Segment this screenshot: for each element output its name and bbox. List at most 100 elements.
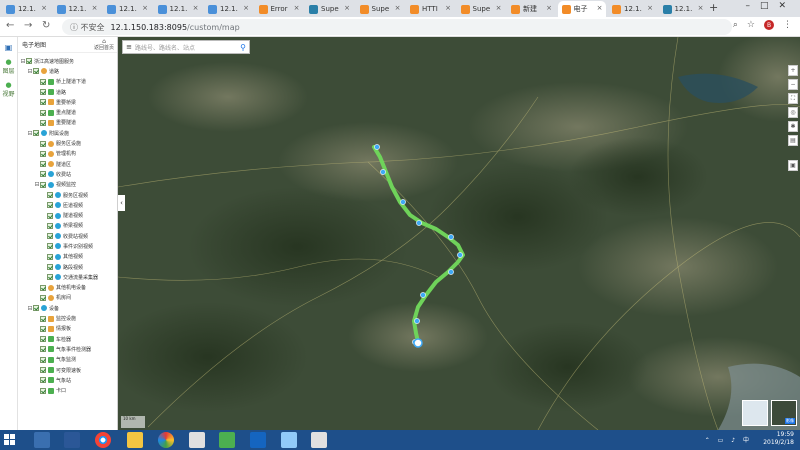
map-search-input[interactable]: 路线号、路线名、站点: [135, 43, 237, 52]
tab-close-icon[interactable]: ×: [142, 4, 148, 12]
layer-tree-item[interactable]: 管理机构: [18, 149, 117, 159]
layer-tree-item[interactable]: 气象站: [18, 375, 117, 385]
browser-tab[interactable]: 12.1. ×: [608, 1, 656, 17]
layer-checkbox[interactable]: [47, 192, 53, 198]
zoom-out-button[interactable]: −: [788, 79, 798, 90]
layer-checkbox[interactable]: [33, 68, 39, 75]
search-icon[interactable]: ⚲: [237, 43, 249, 52]
route-endpoint-marker[interactable]: [413, 338, 423, 348]
browser-tab[interactable]: 12.1. ×: [659, 1, 707, 17]
layer-tree-item[interactable]: 事件识别视频: [18, 241, 117, 251]
not-secure-indicator[interactable]: ⓘ 不安全: [70, 22, 105, 33]
measure-button[interactable]: ✱: [788, 121, 798, 132]
browser-tab[interactable]: 12.1. ×: [2, 1, 50, 17]
browser-tab[interactable]: 新建 ×: [507, 1, 555, 17]
layer-tree-item[interactable]: 机房间: [18, 293, 117, 303]
layer-tree-item[interactable]: 收费站: [18, 169, 117, 179]
layer-tree-item[interactable]: ⊟ 浙江高速地图服务: [18, 56, 117, 66]
satellite-map[interactable]: ≡ 路线号、路线名、站点 ⚲ ‹ + − ⛶ ◎ ✱ ▤ ▣ 10 km 影像: [118, 37, 800, 430]
layer-checkbox[interactable]: [40, 140, 46, 147]
url-bar[interactable]: ⓘ 不安全 12.1.150.183:8095/custom/map: [62, 19, 732, 35]
tab-close-icon[interactable]: ×: [546, 4, 552, 12]
file-explorer-task-icon[interactable]: [34, 432, 50, 448]
layer-tree-item[interactable]: 重要隧道: [18, 118, 117, 128]
route-poi-marker[interactable]: [380, 169, 386, 175]
network-task-icon[interactable]: [281, 432, 297, 448]
route-poi-marker[interactable]: [400, 199, 406, 205]
layer-checkbox[interactable]: [40, 367, 46, 374]
browser-tab[interactable]: 12.1. ×: [204, 1, 252, 17]
layer-tree-item[interactable]: 重点隧道: [18, 107, 117, 117]
layer-tree-item[interactable]: 隧道区: [18, 159, 117, 169]
zoom-in-button[interactable]: +: [788, 65, 798, 76]
fullscreen-button[interactable]: ⛶: [788, 93, 798, 104]
layer-tree-item[interactable]: 收费站视频: [18, 231, 117, 241]
browser-tab[interactable]: Supe ×: [457, 1, 505, 17]
locate-button[interactable]: ◎: [788, 107, 798, 118]
windows-start-icon[interactable]: [4, 434, 15, 445]
browser-tab[interactable]: 12.1. ×: [53, 1, 101, 17]
tray-clock[interactable]: 19:59 2019/2/18: [763, 431, 794, 447]
system-tray-icons[interactable]: ⌃ ▭ ♪ 中: [705, 435, 752, 444]
layer-tree-item[interactable]: 服务区视频: [18, 190, 117, 200]
layer-tree-item[interactable]: ⊟ 附属设施: [18, 128, 117, 138]
layer-checkbox[interactable]: [47, 222, 53, 229]
java-task-icon[interactable]: [189, 432, 205, 448]
layer-checkbox[interactable]: [47, 202, 53, 209]
layer-checkbox[interactable]: [47, 212, 53, 219]
layer-checkbox[interactable]: [40, 109, 46, 116]
collapse-panel-button[interactable]: ‹: [118, 195, 125, 211]
back-arrow-icon[interactable]: ←: [6, 20, 14, 31]
route-poi-marker[interactable]: [448, 234, 454, 240]
back-home-button[interactable]: ⌂ 返回首页: [94, 38, 114, 51]
layer-tree-item[interactable]: 重要桥梁: [18, 97, 117, 107]
route-poi-marker[interactable]: [414, 318, 420, 324]
layer-switch-button[interactable]: ▤: [788, 135, 798, 146]
tab-close-icon[interactable]: ×: [243, 4, 249, 12]
basemap-imagery-thumb[interactable]: 影像: [771, 400, 797, 426]
app-task-icon[interactable]: [219, 432, 235, 448]
layer-tree-item[interactable]: 匝道视频: [18, 200, 117, 210]
powershell-task-icon[interactable]: [64, 432, 80, 448]
layer-tree-item[interactable]: 卡口: [18, 386, 117, 396]
rail-item-layers[interactable]: ● 图层: [0, 58, 17, 75]
browser-menu-icon[interactable]: ⋮: [783, 20, 792, 30]
layer-checkbox[interactable]: [47, 274, 53, 281]
layer-checkbox[interactable]: [26, 58, 32, 65]
layer-checkbox[interactable]: [40, 161, 46, 168]
layer-tree-item[interactable]: 气象监测: [18, 355, 117, 365]
rail-item-view[interactable]: ● 视野: [0, 81, 17, 98]
layer-tree-item[interactable]: 车检器: [18, 334, 117, 344]
layer-tree-item[interactable]: 服务区设施: [18, 138, 117, 148]
route-poi-marker[interactable]: [416, 220, 422, 226]
layer-tree-item[interactable]: 其他视频: [18, 252, 117, 262]
layer-tree-item[interactable]: 交通流量采集器: [18, 272, 117, 282]
tab-close-icon[interactable]: ×: [294, 4, 300, 12]
layer-checkbox[interactable]: [47, 264, 53, 271]
folder-task-icon[interactable]: [127, 432, 143, 448]
bookmark-star-icon[interactable]: ☆: [747, 20, 755, 30]
layer-checkbox[interactable]: [40, 181, 46, 188]
layer-checkbox[interactable]: [47, 233, 53, 240]
layer-checkbox[interactable]: [40, 89, 46, 96]
browser-tab[interactable]: HTTI ×: [406, 1, 454, 17]
layer-tree-item[interactable]: 路段视频: [18, 262, 117, 272]
layer-checkbox[interactable]: [40, 294, 46, 301]
layer-tree-item[interactable]: 桥梁视频: [18, 221, 117, 231]
browser-tab[interactable]: 电子 ×: [557, 1, 606, 17]
basemap-vector-thumb[interactable]: [742, 400, 768, 426]
new-tab-button[interactable]: +: [709, 1, 718, 14]
map-search-box[interactable]: ≡ 路线号、路线名、站点 ⚲: [122, 40, 250, 54]
layer-checkbox[interactable]: [40, 325, 46, 332]
print-button[interactable]: ▣: [788, 160, 798, 171]
tab-close-icon[interactable]: ×: [395, 4, 401, 12]
layer-checkbox[interactable]: [40, 387, 46, 394]
reload-icon[interactable]: ↻: [42, 20, 50, 31]
tab-close-icon[interactable]: ×: [647, 4, 653, 12]
layer-tree-item[interactable]: 其他机电设备: [18, 283, 117, 293]
route-poi-marker[interactable]: [448, 269, 454, 275]
layer-tree-item[interactable]: 隧道视频: [18, 210, 117, 220]
layer-tree-item[interactable]: 可变限速板: [18, 365, 117, 375]
browser-tab[interactable]: 12.1. ×: [154, 1, 202, 17]
layer-checkbox[interactable]: [33, 130, 39, 137]
